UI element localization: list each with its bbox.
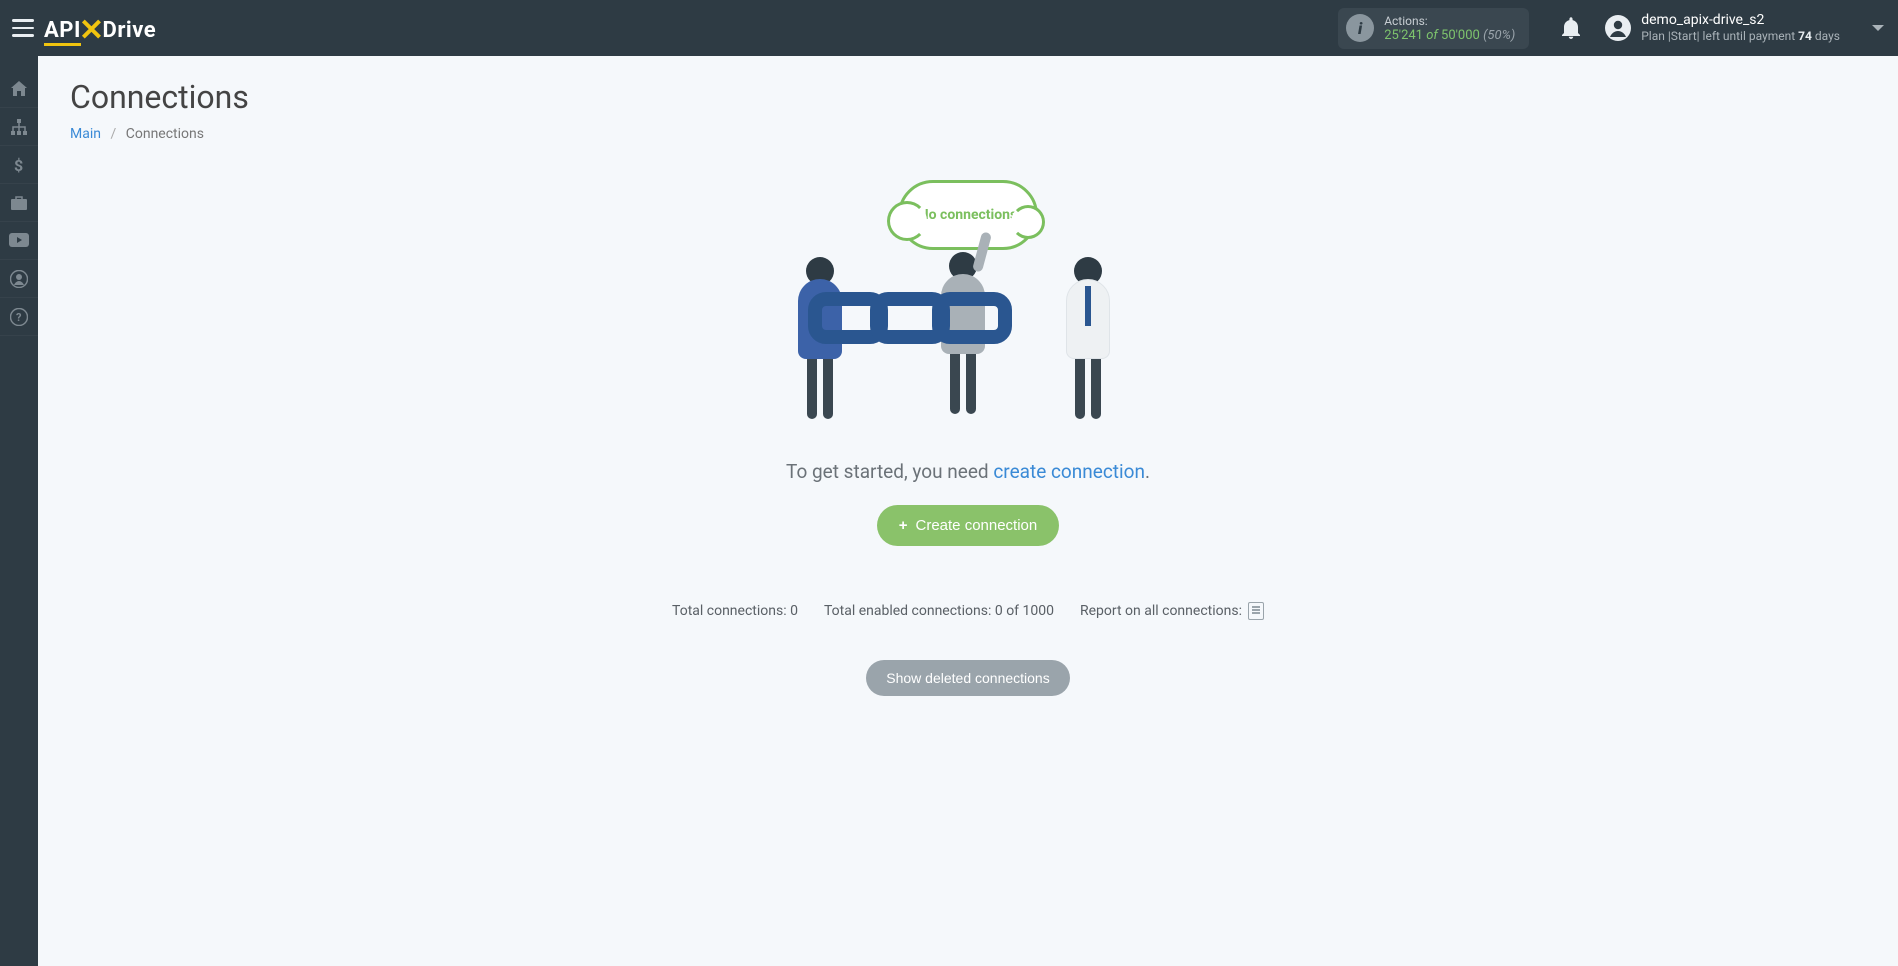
breadcrumb-main[interactable]: Main [70,126,101,142]
info-icon: i [1346,14,1374,42]
topbar: API ✕ Drive i Actions: 25'241 of 50'000 … [0,0,1898,56]
logo-text-drive: Drive [103,18,157,43]
sidebar-item-video[interactable] [0,222,38,260]
chain-icon [808,292,994,344]
empty-illustration: No connections [798,172,1138,432]
stat-total: Total connections: 0 [672,603,798,619]
actions-percent: (50%) [1483,28,1515,43]
sidebar: $ ? [0,56,38,966]
user-block[interactable]: demo_apix-drive_s2 Plan |Start| left unt… [1641,12,1840,43]
sidebar-item-briefcase[interactable] [0,184,38,222]
page-title: Connections [70,78,1866,116]
breadcrumb: Main / Connections [70,126,1866,142]
stat-enabled: Total enabled connections: 0 of 1000 [824,603,1054,619]
illustration-person-1 [790,257,850,437]
sidebar-item-billing[interactable]: $ [0,146,38,184]
create-connection-button[interactable]: + Create connection [877,505,1060,546]
breadcrumb-current: Connections [126,126,204,142]
user-plan: Plan |Start| left until payment 74 days [1641,29,1840,43]
document-icon [1248,602,1264,620]
svg-text:$: $ [14,156,23,174]
empty-state: No connections [70,172,1866,696]
sidebar-item-home[interactable] [0,70,38,108]
actions-used: 25'241 [1384,28,1423,43]
actions-text: Actions: 25'241 of 50'000 (50%) [1384,14,1515,43]
cloud-bubble: No connections [898,180,1038,250]
logo[interactable]: API ✕ Drive [44,10,156,46]
svg-text:?: ? [16,311,22,324]
actions-box[interactable]: i Actions: 25'241 of 50'000 (50%) [1338,8,1529,49]
user-name: demo_apix-drive_s2 [1641,12,1840,29]
cloud-text: No connections [919,207,1017,223]
report-label: Report on all connections: [1080,603,1242,619]
actions-label: Actions: [1384,14,1515,28]
illustration-person-3 [1058,257,1118,437]
show-deleted-button[interactable]: Show deleted connections [866,660,1069,696]
logo-text-api: API [44,18,81,46]
sidebar-item-account[interactable] [0,260,38,298]
actions-total: 50'000 [1441,28,1480,43]
create-connection-link[interactable]: create connection [993,460,1145,483]
menu-toggle[interactable] [12,17,34,39]
plus-icon: + [899,517,908,534]
actions-of: of [1426,28,1438,43]
bell-icon[interactable] [1561,17,1581,39]
logo-x-icon: ✕ [79,13,105,48]
starter-text: To get started, you need create connecti… [70,460,1866,483]
avatar-icon[interactable] [1605,15,1631,41]
create-button-label: Create connection [916,517,1038,534]
sidebar-item-connections[interactable] [0,108,38,146]
chevron-down-icon[interactable] [1870,20,1886,36]
main-content: Connections Main / Connections No connec… [38,56,1898,966]
breadcrumb-separator: / [110,126,116,142]
report-link[interactable]: Report on all connections: [1080,602,1264,620]
sidebar-item-help[interactable]: ? [0,298,38,336]
stats-row: Total connections: 0 Total enabled conne… [70,602,1866,620]
